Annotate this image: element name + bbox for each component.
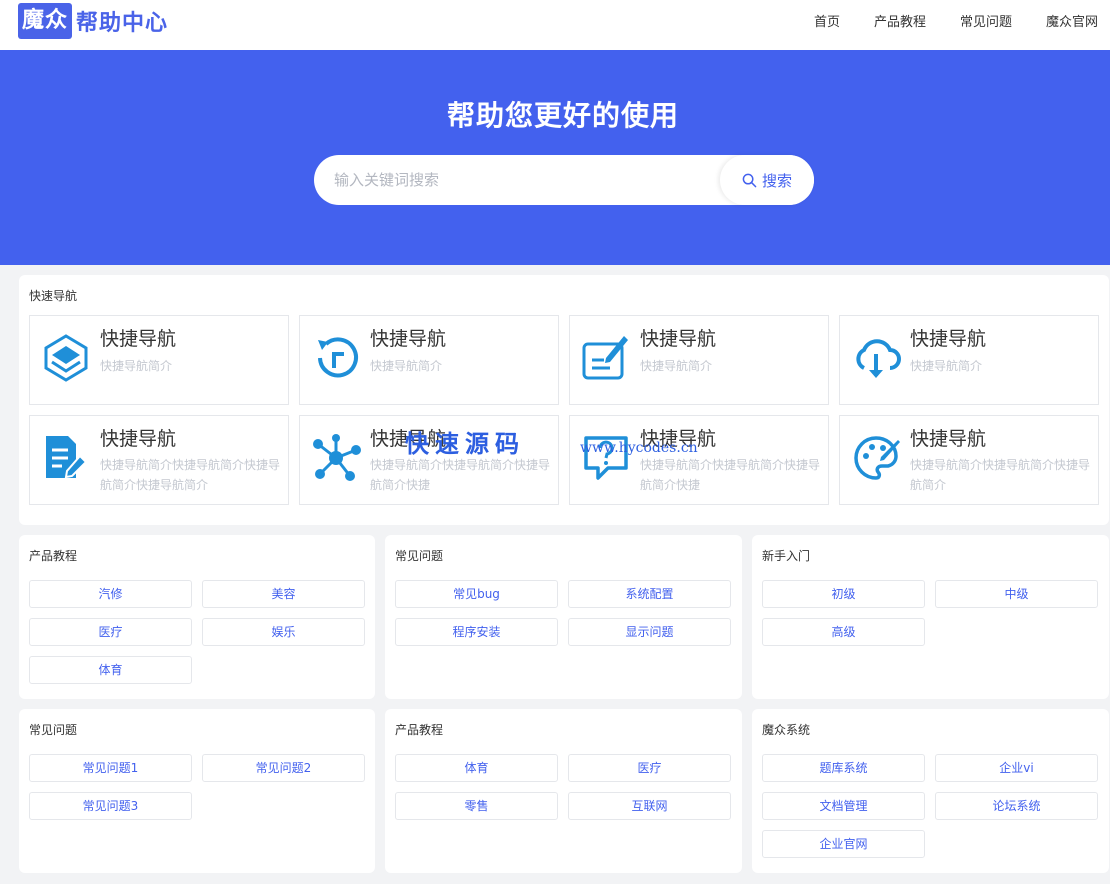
quick-nav-name: 快捷导航 [910, 328, 987, 350]
section-card-faq: 常见问题 常见bug 系统配置 程序安装 显示问题 [385, 535, 742, 699]
tag-link[interactable]: 题库系统 [762, 754, 925, 782]
tag-link[interactable]: 常见问题3 [29, 792, 192, 820]
tag-link[interactable]: 中级 [935, 580, 1098, 608]
quick-nav-name: 快捷导航 [640, 428, 717, 450]
tag-link[interactable]: 系统配置 [568, 580, 731, 608]
edit-icon [582, 336, 628, 380]
quick-nav-item[interactable]: 快捷导航 快捷导航简介快捷导航简介快捷导航简介 [839, 415, 1099, 505]
quick-nav-item[interactable]: 快捷导航 快捷导航简介快捷导航简介快捷导航简介快捷 [569, 415, 829, 505]
quick-nav-item[interactable]: 快捷导航 快捷导航简介 [29, 315, 289, 405]
quick-nav-name: 快捷导航 [100, 428, 177, 450]
tag-link[interactable]: 程序安装 [395, 618, 558, 646]
search-input[interactable] [334, 155, 714, 205]
quick-nav-card: 快速导航 快捷导航 快捷导航简介 快捷导航 快捷导航简介 快捷导航 快捷导航简介… [19, 275, 1109, 525]
layers-icon [44, 334, 88, 382]
quick-nav-item[interactable]: 快捷导航 快捷导航简介 [839, 315, 1099, 405]
tag-link[interactable]: 美容 [202, 580, 365, 608]
quick-nav-item[interactable]: 快捷导航 快捷导航简介快捷导航简介快捷导航简介快捷导航简介 [29, 415, 289, 505]
quick-nav-item[interactable]: 快捷导航 快捷导航简介快捷导航简介快捷导航简介快捷 [299, 415, 559, 505]
tag-link[interactable]: 互联网 [568, 792, 731, 820]
section-card-beginner: 新手入门 初级 中级 高级 [752, 535, 1109, 699]
hero-banner: 帮助您更好的使用 搜索 [0, 50, 1110, 265]
quick-nav-title: 快速导航 [29, 289, 78, 303]
site-logo[interactable]: 魔众 帮助中心 [18, 3, 168, 39]
quick-nav-desc: 快捷导航简介 [910, 359, 983, 373]
hero-title: 帮助您更好的使用 [446, 99, 679, 132]
tag-link[interactable]: 企业vi [935, 754, 1098, 782]
search-bar: 搜索 [314, 155, 814, 205]
nav-product-tutorial[interactable]: 产品教程 [874, 11, 926, 30]
quick-nav-name: 快捷导航 [100, 328, 177, 350]
quick-nav-desc: 快捷导航简介 [100, 359, 173, 373]
tag-link[interactable]: 文档管理 [762, 792, 925, 820]
search-button-label: 搜索 [761, 171, 792, 190]
quick-nav-desc: 快捷导航简介 [370, 359, 443, 373]
question-icon [584, 436, 628, 480]
tag-link[interactable]: 医疗 [29, 618, 192, 646]
quick-nav-desc: 快捷导航简介快捷导航简介快捷导航简介快捷 [640, 458, 821, 492]
document-edit-icon [46, 436, 88, 479]
quick-nav-name: 快捷导航 [640, 328, 717, 350]
section-card-product-tutorial: 产品教程 汽修 美容 医疗 娱乐 体育 [19, 535, 375, 699]
tag-link[interactable]: 常见问题2 [202, 754, 365, 782]
quick-nav-desc: 快捷导航简介快捷导航简介快捷导航简介快捷导航简介 [100, 458, 281, 492]
quick-nav-desc: 快捷导航简介快捷导航简介快捷导航简介快捷 [370, 458, 551, 492]
quick-nav-item[interactable]: 快捷导航 快捷导航简介 [299, 315, 559, 405]
tag-link[interactable]: 医疗 [568, 754, 731, 782]
quick-nav-name: 快捷导航 [370, 428, 447, 450]
tag-link[interactable]: 零售 [395, 792, 558, 820]
refresh-icon [318, 337, 358, 378]
quick-nav-name: 快捷导航 [910, 428, 987, 450]
cloud-download-icon [856, 339, 901, 378]
quick-nav-desc: 快捷导航简介 [640, 359, 713, 373]
main-nav: 首页 产品教程 常见问题 魔众官网 [814, 0, 1098, 40]
section-card-faq-2: 常见问题 常见问题1 常见问题2 常见问题3 [19, 709, 375, 873]
tag-link[interactable]: 娱乐 [202, 618, 365, 646]
section-title: 常见问题 [29, 723, 78, 737]
tag-link[interactable]: 显示问题 [568, 618, 731, 646]
quick-nav-desc: 快捷导航简介快捷导航简介快捷导航简介 [910, 458, 1091, 492]
top-header: 魔众 帮助中心 首页 产品教程 常见问题 魔众官网 [0, 0, 1110, 50]
tag-link[interactable]: 论坛系统 [935, 792, 1098, 820]
section-card-product-tutorial-2: 产品教程 体育 医疗 零售 互联网 [385, 709, 742, 873]
tag-link[interactable]: 汽修 [29, 580, 192, 608]
section-title: 产品教程 [29, 549, 78, 563]
network-icon [313, 434, 361, 481]
nav-home[interactable]: 首页 [814, 11, 840, 30]
logo-text: 帮助中心 [76, 11, 169, 36]
tag-link[interactable]: 体育 [395, 754, 558, 782]
search-button[interactable]: 搜索 [720, 155, 814, 205]
nav-faq[interactable]: 常见问题 [960, 11, 1012, 30]
section-title: 产品教程 [395, 723, 444, 737]
tag-link[interactable]: 高级 [762, 618, 925, 646]
section-card-mozhong-system: 魔众系统 题库系统 企业vi 文档管理 论坛系统 企业官网 [752, 709, 1109, 873]
tag-link[interactable]: 常见问题1 [29, 754, 192, 782]
tag-link[interactable]: 企业官网 [762, 830, 925, 858]
section-title: 新手入门 [762, 549, 811, 563]
quick-nav-name: 快捷导航 [370, 328, 447, 350]
tag-link[interactable]: 常见bug [395, 580, 558, 608]
quick-nav-item[interactable]: 快捷导航 快捷导航简介 [569, 315, 829, 405]
logo-mark: 魔众 [18, 3, 73, 39]
search-icon [742, 173, 757, 187]
section-title: 常见问题 [395, 549, 444, 563]
nav-official-site[interactable]: 魔众官网 [1046, 11, 1098, 30]
section-title: 魔众系统 [762, 723, 811, 737]
tag-link[interactable]: 体育 [29, 656, 192, 684]
tag-link[interactable]: 初级 [762, 580, 925, 608]
palette-icon [854, 436, 900, 480]
